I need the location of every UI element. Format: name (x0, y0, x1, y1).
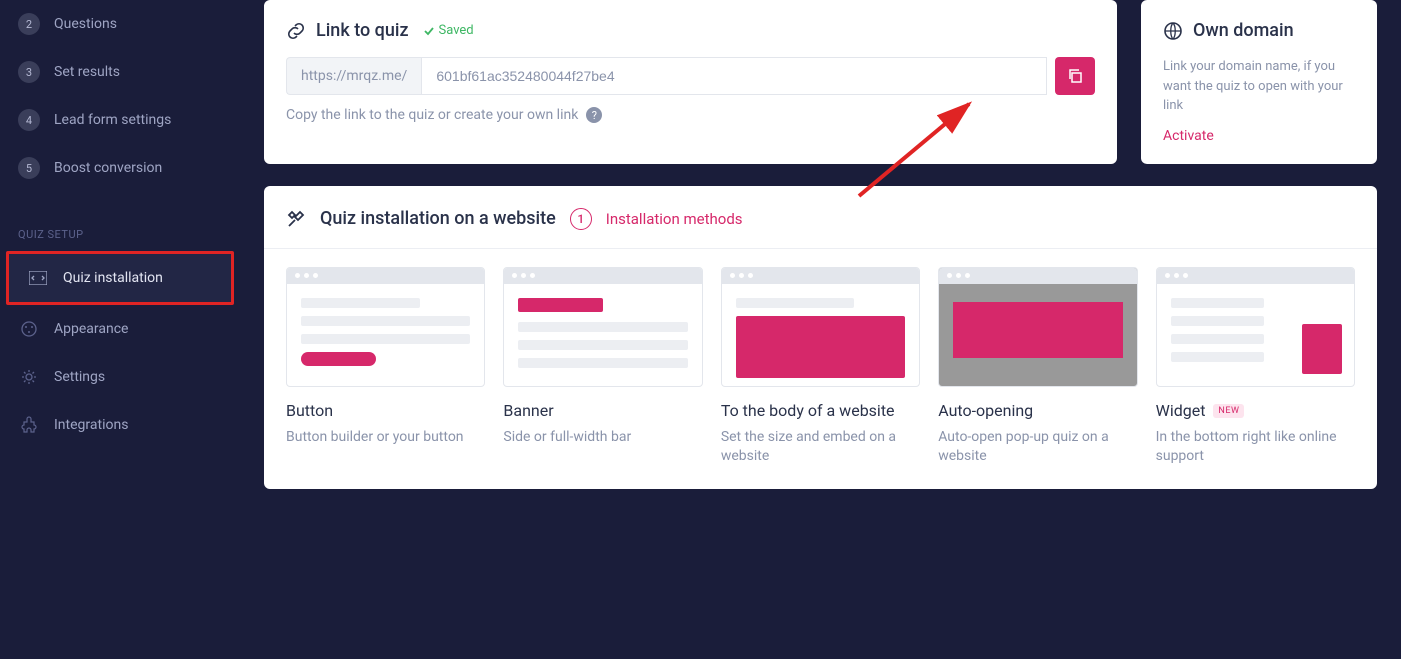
step-label: Questions (54, 16, 117, 32)
tools-icon (286, 209, 306, 229)
step-label: Set results (54, 64, 120, 80)
check-icon (423, 25, 435, 37)
card-title: Own domain (1193, 20, 1294, 41)
card-title: Link to quiz (316, 20, 409, 41)
option-title: Widget NEW (1156, 401, 1355, 420)
install-option-auto-opening[interactable]: Auto-opening Auto-open pop-up quiz on a … (938, 267, 1137, 467)
option-desc: Set the size and embed on a website (721, 428, 920, 467)
install-option-widget[interactable]: Widget NEW In the bottom right like onli… (1156, 267, 1355, 467)
step-label: Lead form settings (54, 112, 171, 128)
activate-link[interactable]: Activate (1163, 128, 1355, 144)
sidebar-item-integrations[interactable]: Integrations (0, 401, 240, 449)
copy-hint: Copy the link to the quiz or create your… (286, 107, 1095, 123)
option-desc: In the bottom right like online support (1156, 428, 1355, 467)
step-number: 2 (18, 13, 40, 35)
gear-icon (18, 366, 40, 388)
preview-banner (503, 267, 702, 387)
copy-link-button[interactable] (1055, 57, 1095, 95)
highlight-box: Quiz installation (6, 251, 234, 305)
sidebar-section-header: QUIZ SETUP (0, 192, 240, 251)
option-title: Button (286, 401, 485, 420)
step-label: Boost conversion (54, 160, 162, 176)
url-prefix: https://mrqz.me/ (286, 57, 421, 95)
saved-label: Saved (439, 23, 474, 38)
option-desc: Side or full-width bar (503, 428, 702, 448)
sidebar-step-boost-conversion[interactable]: 5 Boost conversion (0, 144, 240, 192)
option-title-text: Widget (1156, 401, 1206, 420)
copy-icon (1066, 67, 1084, 85)
preview-widget (1156, 267, 1355, 387)
domain-description: Link your domain name, if you want the q… (1163, 57, 1355, 116)
option-desc: Auto-open pop-up quiz on a website (938, 428, 1137, 467)
sidebar-step-lead-form[interactable]: 4 Lead form settings (0, 96, 240, 144)
sidebar: 2 Questions 3 Set results 4 Lead form se… (0, 0, 240, 659)
sidebar-item-quiz-installation[interactable]: Quiz installation (9, 254, 231, 302)
sidebar-step-set-results[interactable]: 3 Set results (0, 48, 240, 96)
install-option-banner[interactable]: Banner Side or full-width bar (503, 267, 702, 467)
own-domain-card: Own domain Link your domain name, if you… (1141, 0, 1377, 164)
preview-body (721, 267, 920, 387)
link-icon (286, 21, 306, 41)
install-card: Quiz installation on a website 1 Install… (264, 186, 1377, 489)
link-to-quiz-card: Link to quiz Saved https://mrqz.me/ Copy… (264, 0, 1117, 164)
step-number: 4 (18, 109, 40, 131)
globe-icon (1163, 21, 1183, 41)
install-options: Button Button builder or your button Ban… (264, 248, 1377, 467)
hint-text: Copy the link to the quiz or create your… (286, 107, 578, 123)
sidebar-item-label: Appearance (54, 321, 128, 337)
preview-button (286, 267, 485, 387)
step-badge: 1 (570, 208, 592, 230)
sidebar-item-settings[interactable]: Settings (0, 353, 240, 401)
option-title: To the body of a website (721, 401, 920, 420)
sidebar-item-label: Settings (54, 369, 105, 385)
sidebar-item-label: Quiz installation (63, 270, 163, 286)
option-title: Auto-opening (938, 401, 1137, 420)
quiz-url-input[interactable] (421, 57, 1047, 95)
main-content: Link to quiz Saved https://mrqz.me/ Copy… (240, 0, 1401, 659)
help-icon[interactable]: ? (586, 107, 602, 123)
url-row: https://mrqz.me/ (286, 57, 1095, 95)
palette-icon (18, 318, 40, 340)
new-badge: NEW (1213, 404, 1244, 418)
install-header: Quiz installation on a website 1 Install… (286, 208, 1355, 248)
installation-methods-link[interactable]: Installation methods (606, 210, 743, 228)
card-title-row: Link to quiz Saved (286, 20, 1095, 41)
sidebar-item-appearance[interactable]: Appearance (0, 305, 240, 353)
preview-auto (938, 267, 1137, 387)
puzzle-icon (18, 414, 40, 436)
install-option-button[interactable]: Button Button builder or your button (286, 267, 485, 467)
option-title: Banner (503, 401, 702, 420)
code-icon (27, 267, 49, 289)
install-title: Quiz installation on a website (320, 208, 556, 229)
step-number: 5 (18, 157, 40, 179)
saved-indicator: Saved (423, 23, 474, 38)
sidebar-item-label: Integrations (54, 417, 128, 433)
install-option-body[interactable]: To the body of a website Set the size an… (721, 267, 920, 467)
step-number: 3 (18, 61, 40, 83)
sidebar-step-questions[interactable]: 2 Questions (0, 0, 240, 48)
option-desc: Button builder or your button (286, 428, 485, 448)
card-title-row: Own domain (1163, 20, 1355, 41)
